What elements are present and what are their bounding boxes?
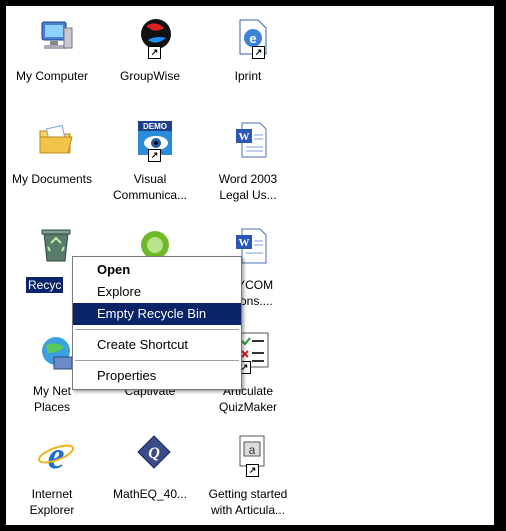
desktop-icon-matheq[interactable]: Q MathEQ_40...: [104, 434, 196, 525]
network-places-icon: [42, 337, 73, 370]
shortcut-arrow-icon: ↗: [252, 46, 265, 59]
desktop-icon-label: My Documents: [11, 172, 93, 186]
svg-text:e: e: [48, 435, 65, 474]
desktop-icon-word-2003[interactable]: W Word 2003 Legal Us...: [202, 119, 294, 211]
svg-text:e: e: [249, 31, 256, 46]
desktop-icon-label: Visual Communica...: [112, 172, 188, 202]
my-computer-icon: [41, 21, 73, 49]
internet-explorer-icon: e: [37, 435, 75, 474]
desktop-icon-label: Internet Explorer: [29, 487, 75, 517]
menu-item-explore[interactable]: Explore: [73, 281, 241, 303]
matheq-icon: Q: [137, 435, 171, 469]
desktop-icon-label: Recyc: [26, 277, 64, 293]
desktop-icon-iprint[interactable]: e ↗ Iprint: [202, 16, 294, 108]
desktop-icon-label: Iprint: [234, 69, 262, 83]
desktop-icon-my-computer[interactable]: My Computer: [6, 16, 98, 108]
desktop-icon-my-documents[interactable]: My Documents: [6, 119, 98, 211]
desktop-icon-getting-started[interactable]: a ↗ Getting started with Articula...: [202, 434, 294, 525]
svg-text:Q: Q: [148, 445, 160, 462]
svg-text:a: a: [249, 443, 256, 457]
menu-item-open[interactable]: Open: [73, 259, 241, 281]
desktop-icon-label: Getting started with Articula...: [208, 487, 288, 517]
desktop-icon-internet-explorer[interactable]: e Internet Explorer: [6, 434, 98, 525]
shortcut-arrow-icon: ↗: [246, 464, 259, 477]
svg-text:DEMO: DEMO: [143, 122, 167, 131]
shortcut-arrow-icon: ↗: [148, 149, 161, 162]
desktop-icon-label: Word 2003 Legal Us...: [218, 172, 278, 202]
desktop-icon-groupwise[interactable]: ↗ GroupWise: [104, 16, 196, 108]
svg-text:W: W: [239, 237, 250, 249]
desktop: My Computer ↗ GroupWise e ↗ Iprint My Do…: [6, 6, 494, 525]
menu-item-empty-recycle-bin[interactable]: Empty Recycle Bin: [73, 303, 241, 325]
desktop-icon-label: My Computer: [15, 69, 89, 83]
word-document-icon: W: [236, 122, 267, 158]
menu-separator: [75, 360, 239, 361]
context-menu: Open Explore Empty Recycle Bin Create Sh…: [72, 256, 242, 390]
desktop-icon-label: GroupWise: [119, 69, 181, 83]
shortcut-arrow-icon: ↗: [148, 46, 161, 59]
desktop-icon-label: MathEQ_40...: [112, 487, 188, 501]
svg-text:W: W: [239, 131, 250, 143]
menu-separator: [75, 329, 239, 330]
my-documents-icon: [39, 124, 73, 154]
menu-item-create-shortcut[interactable]: Create Shortcut: [73, 334, 241, 356]
menu-item-properties[interactable]: Properties: [73, 365, 241, 387]
desktop-icon-visual-communicator[interactable]: DEMO ↗ Visual Communica...: [104, 119, 196, 211]
recycle-bin-icon: [41, 229, 71, 262]
